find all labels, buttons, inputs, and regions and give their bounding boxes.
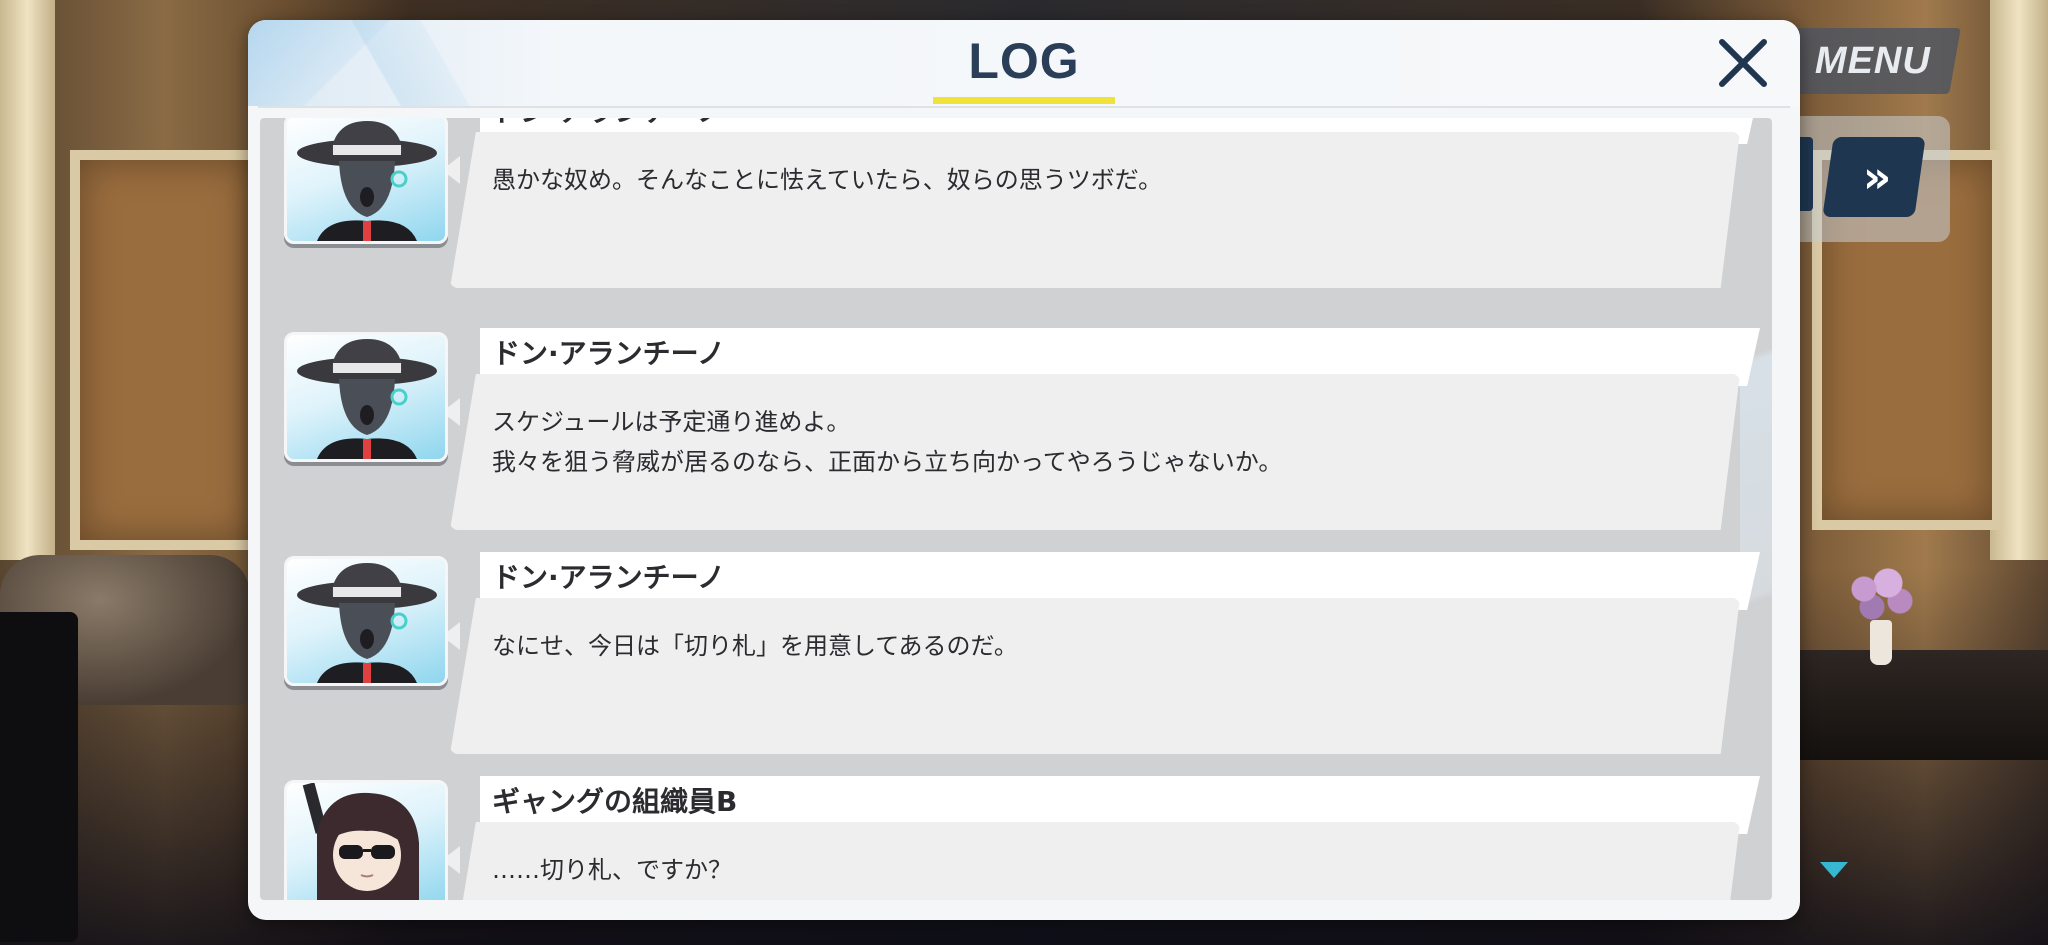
title-underline xyxy=(933,97,1115,104)
dialog-text: 愚かな奴め。そんなことに怯えていたら、奴らの思うツボだ。 xyxy=(492,166,1163,194)
header-divider xyxy=(258,106,1790,108)
wall-pillar xyxy=(0,0,55,560)
dialog-text: ……切り札、ですか？ xyxy=(492,856,732,884)
log-entry: ドン·アランチーノ 愚かな奴め。そんなことに怯えていたら、奴らの思うツボだ。 xyxy=(260,118,1772,296)
dark-side-panel xyxy=(0,612,78,942)
gang-member-b-portrait xyxy=(284,780,448,900)
dialog-bubble xyxy=(450,598,1740,754)
log-entry: ドン·アランチーノ スケジュールは予定通り進めよ。 我々を狙う脅威が居るのなら、… xyxy=(260,328,1772,538)
fast-forward-icon: » xyxy=(1862,151,1886,203)
don-arancino-portrait xyxy=(284,118,448,244)
don-arancino-portrait xyxy=(284,332,448,462)
speaker-name: ドン·アランチーノ xyxy=(492,561,725,594)
dialog-header: LOG xyxy=(248,20,1800,106)
wall-panel xyxy=(70,150,260,550)
log-entry: ドン·アランチーノ なにせ、今日は「切り札」を用意してあるのだ。 xyxy=(260,552,1772,762)
close-icon xyxy=(1719,39,1767,87)
flowers xyxy=(1840,565,1920,625)
fast-forward-button[interactable]: » xyxy=(1822,137,1926,217)
menu-button-label: MENU xyxy=(1814,39,1931,82)
dialog-text: スケジュールは予定通り進めよ。 我々を狙う脅威が居るのなら、正面から立ち向かって… xyxy=(492,408,1283,476)
close-button[interactable] xyxy=(1714,34,1772,92)
log-dialog: LOG ドン·アランチーノ 愚かな奴め。そんなことに怯えていたら、奴らの思うツボ… xyxy=(248,20,1800,920)
side-table xyxy=(1800,650,2048,760)
speaker-name: ドン·アランチーノ xyxy=(492,118,725,130)
don-arancino-portrait xyxy=(284,556,448,686)
speaker-name: ギャングの組織員B xyxy=(492,785,738,818)
dialog-text: なにせ、今日は「切り札」を用意してあるのだ。 xyxy=(492,632,1018,660)
menu-button[interactable]: MENU xyxy=(1784,28,1961,94)
scroll-down-indicator-icon xyxy=(1820,862,1848,878)
dialog-title: LOG xyxy=(968,33,1080,89)
log-entry: ギャングの組織員B ……切り札、ですか？ xyxy=(260,776,1772,900)
dialog-bubble xyxy=(450,132,1740,288)
vase xyxy=(1870,620,1892,665)
log-scroll-area[interactable]: ドン·アランチーノ 愚かな奴め。そんなことに怯えていたら、奴らの思うツボだ。 xyxy=(260,118,1772,900)
speaker-name: ドン·アランチーノ xyxy=(492,337,725,370)
